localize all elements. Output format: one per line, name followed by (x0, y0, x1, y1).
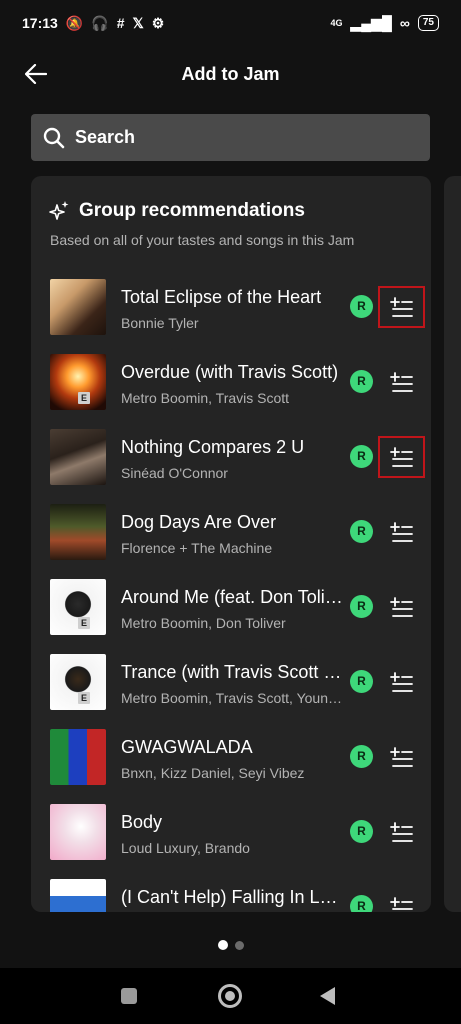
search-label: Search (75, 127, 136, 147)
arrow-left-icon (25, 64, 47, 84)
add-to-queue-button[interactable] (378, 811, 425, 853)
avatar: R (350, 670, 373, 693)
explicit-badge: E (78, 692, 90, 704)
album-cover: E (50, 354, 106, 410)
top-bar: Add to Jam (0, 46, 461, 102)
explicit-badge: E (78, 617, 90, 629)
track-title: Body (121, 812, 163, 832)
list-item[interactable]: E Around Me (feat. Don Toliver) Metro Bo… (31, 576, 431, 651)
signal-icon: ▂▄▆█ (350, 14, 392, 31)
add-to-queue-button[interactable] (378, 736, 425, 778)
avatar: R (350, 595, 373, 618)
next-card-preview[interactable] (444, 176, 461, 912)
track-title: Trance (with Travis Scott & Young Thug) (121, 662, 347, 682)
page-indicator (0, 940, 461, 950)
track-title: Around Me (feat. Don Toliver) (121, 587, 347, 607)
track-artist: Sinéad O'Connor (121, 465, 228, 481)
add-to-queue-icon (389, 822, 413, 842)
avatar: R (350, 445, 373, 468)
status-bar: 17:13 🔕 🎧 # 𝕏 ⚙ 4G ▂▄▆█ ∞ 75 (0, 0, 461, 46)
track-artist: Florence + The Machine (121, 540, 273, 556)
list-item[interactable]: GWAGWALADA Bnxn, Kizz Daniel, Seyi Vibez… (31, 726, 431, 801)
track-list: Total Eclipse of the Heart Bonnie Tyler … (31, 276, 431, 912)
avatar: R (350, 895, 373, 912)
add-to-queue-icon (389, 597, 413, 617)
album-cover: E (50, 579, 106, 635)
sparkle-icon (49, 201, 69, 220)
back-button[interactable] (22, 60, 50, 88)
hotspot-icon: ∞ (399, 15, 410, 31)
album-cover (50, 804, 106, 860)
track-title: Nothing Compares 2 U (121, 437, 305, 457)
network-type: 4G (330, 18, 343, 28)
status-left: 17:13 🔕 🎧 # 𝕏 ⚙ (22, 15, 164, 32)
add-to-queue-button[interactable] (378, 511, 425, 553)
explicit-badge: E (78, 392, 90, 404)
add-to-queue-button[interactable] (378, 436, 425, 478)
search-icon (43, 127, 65, 148)
status-time: 17:13 (22, 15, 58, 31)
section-subtitle: Based on all of your tastes and songs in… (50, 232, 355, 248)
system-nav-bar (0, 968, 461, 1024)
system-back-button[interactable] (320, 987, 335, 1005)
add-to-queue-icon (389, 672, 413, 692)
track-artist: Loud Luxury, Brando (121, 840, 250, 856)
list-item[interactable]: E Overdue (with Travis Scott) Metro Boom… (31, 351, 431, 426)
add-to-queue-icon (389, 297, 413, 317)
section-title: Group recommendations (79, 200, 305, 221)
album-cover (50, 429, 106, 485)
x-icon: 𝕏 (132, 14, 144, 31)
card-header: Group recommendations (49, 200, 305, 222)
mute-icon: 🔕 (65, 14, 84, 31)
add-to-queue-icon (389, 897, 413, 910)
list-item[interactable]: Dog Days Are Over Florence + The Machine… (31, 501, 431, 576)
album-cover (50, 729, 106, 785)
list-item[interactable]: Nothing Compares 2 U Sinéad O'Connor R (31, 426, 431, 501)
add-to-queue-button[interactable] (378, 286, 425, 328)
battery-indicator: 75 (417, 15, 439, 31)
search-input[interactable]: Search (31, 114, 430, 161)
track-artist: Bnxn, Kizz Daniel, Seyi Vibez (121, 765, 305, 781)
track-title: Overdue (with Travis Scott) (121, 362, 339, 382)
recents-button[interactable] (121, 988, 137, 1004)
page-dot-active[interactable] (217, 940, 228, 950)
track-title: GWAGWALADA (121, 737, 253, 757)
avatar: R (350, 520, 373, 543)
add-to-queue-icon (389, 522, 413, 542)
recommendations-card: Group recommendations Based on all of yo… (31, 176, 431, 912)
track-title: Total Eclipse of the Heart (121, 287, 322, 307)
add-to-queue-icon (389, 372, 413, 392)
list-item[interactable]: Total Eclipse of the Heart Bonnie Tyler … (31, 276, 431, 351)
track-artist: Metro Boomin, Don Toliver (121, 615, 286, 631)
album-cover (50, 279, 106, 335)
headphones-icon: 🎧 (91, 14, 109, 31)
track-artist: Metro Boomin, Travis Scott (121, 390, 290, 406)
list-item[interactable]: (I Can't Help) Falling In Love With You … (31, 876, 431, 912)
status-right: 4G ▂▄▆█ ∞ 75 (330, 14, 439, 32)
album-cover: E (50, 654, 106, 710)
settings-icon: ⚙ (151, 14, 165, 31)
avatar: R (350, 820, 373, 843)
add-to-queue-button[interactable] (378, 661, 425, 703)
avatar: R (350, 370, 373, 393)
add-to-queue-button[interactable] (378, 586, 425, 628)
list-item[interactable]: Body Loud Luxury, Brando R (31, 801, 431, 876)
album-cover (50, 504, 106, 560)
page-title: Add to Jam (181, 63, 280, 84)
add-to-queue-button[interactable] (378, 361, 425, 403)
track-title: Dog Days Are Over (121, 512, 277, 532)
track-title: (I Can't Help) Falling In Love With You (121, 887, 347, 907)
add-to-queue-icon (389, 447, 413, 467)
list-item[interactable]: E Trance (with Travis Scott & Young Thug… (31, 651, 431, 726)
page-dot[interactable] (234, 941, 244, 950)
avatar: R (350, 295, 373, 318)
avatar: R (350, 745, 373, 768)
album-cover (50, 879, 106, 912)
slack-icon: # (116, 15, 125, 31)
add-to-queue-button[interactable] (378, 886, 425, 912)
track-artist: Metro Boomin, Travis Scott, Young Thug (121, 690, 347, 706)
home-button[interactable] (218, 984, 242, 1008)
track-artist: Bonnie Tyler (121, 315, 199, 331)
add-to-queue-icon (389, 747, 413, 767)
